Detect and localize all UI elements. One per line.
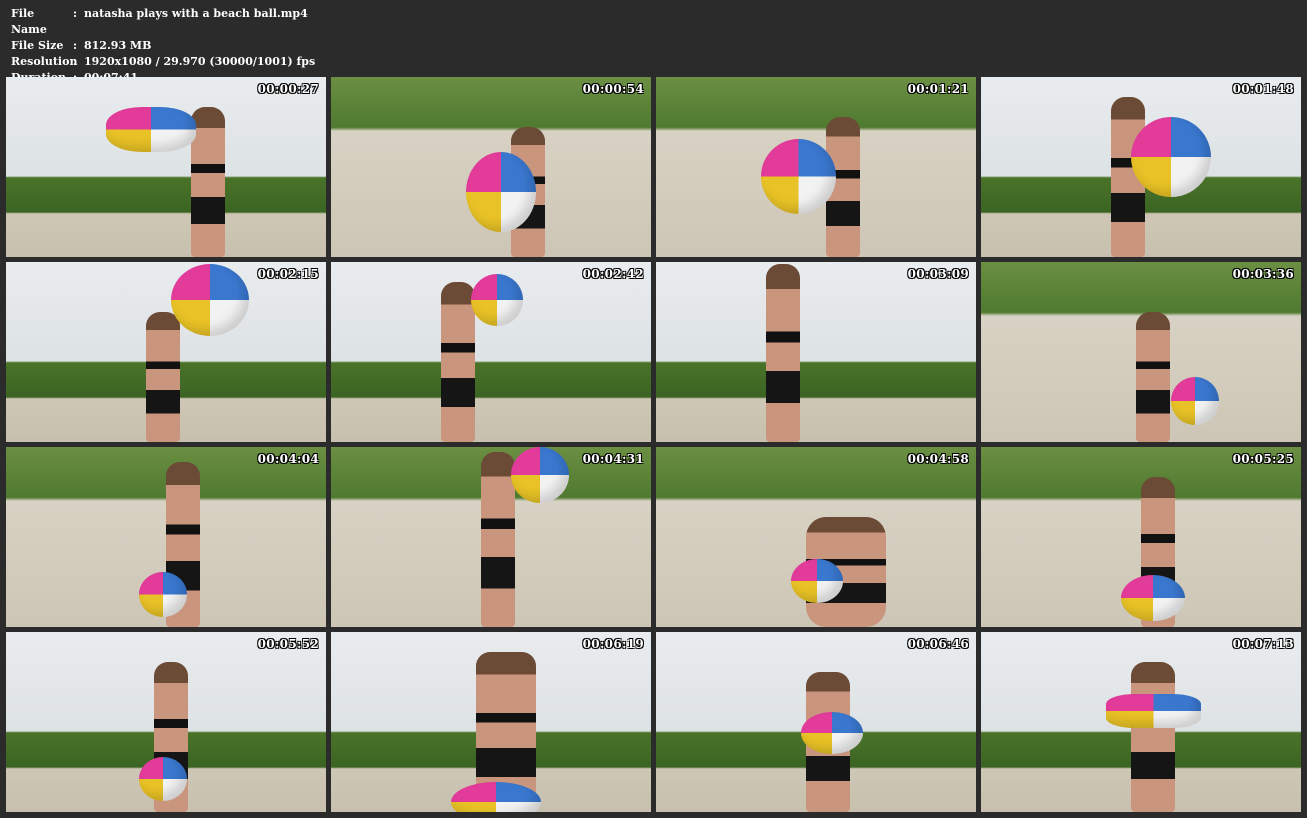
thumbnail[interactable]: 00:01:48 [981, 77, 1301, 257]
file-name-row: File Name : natasha plays with a beach b… [11, 6, 315, 38]
beach-ball [1171, 377, 1219, 425]
separator: : [73, 7, 78, 20]
thumbnail-grid: 00:00:27 00:00:54 00:01:21 00:01:48 00:0… [6, 77, 1301, 812]
file-size-row: File Size : 812.93 MB [11, 38, 315, 54]
thumbnail[interactable]: 00:05:25 [981, 447, 1301, 627]
thumbnail-timestamp: 00:06:46 [907, 637, 969, 651]
separator: : [73, 39, 78, 52]
separator: : [73, 55, 78, 68]
thumbnail-timestamp: 00:00:54 [582, 82, 644, 96]
beach-ball [511, 447, 569, 503]
beach-ball [466, 152, 536, 232]
person-figure [1131, 662, 1175, 812]
file-name-value: natasha plays with a beach ball.mp4 [84, 7, 308, 20]
thumbnail-timestamp: 00:00:27 [257, 82, 319, 96]
thumbnail-timestamp: 00:01:48 [1232, 82, 1294, 96]
thumbnail-timestamp: 00:02:42 [582, 267, 644, 281]
beach-ball [139, 572, 187, 617]
resolution-row: Resolution : 1920x1080 / 29.970 (30000/1… [11, 54, 315, 70]
person-figure [191, 107, 225, 257]
beach-ball [471, 274, 523, 326]
thumbnail-timestamp: 00:01:21 [907, 82, 969, 96]
thumbnail-timestamp: 00:04:58 [907, 452, 969, 466]
thumbnail[interactable]: 00:01:21 [656, 77, 976, 257]
beach-ball [791, 559, 843, 603]
beach-ball [761, 139, 836, 214]
thumbnail-timestamp: 00:05:52 [257, 637, 319, 651]
thumbnail[interactable]: 00:02:42 [331, 262, 651, 442]
thumbnail-timestamp: 00:04:31 [582, 452, 644, 466]
beach-ball [1121, 575, 1185, 621]
resolution-value: 1920x1080 / 29.970 (30000/1001) fps [84, 55, 316, 68]
file-size-label: File Size [11, 39, 64, 52]
beach-ball [171, 264, 249, 336]
thumbnail-timestamp: 00:02:15 [257, 267, 319, 281]
thumbnail[interactable]: 00:00:27 [6, 77, 326, 257]
thumbnail[interactable]: 00:04:58 [656, 447, 976, 627]
thumbnail[interactable]: 00:02:15 [6, 262, 326, 442]
thumbnail-timestamp: 00:05:25 [1232, 452, 1294, 466]
beach-ball [1106, 694, 1201, 728]
file-name-label: File Name [11, 7, 47, 36]
beach-ball [139, 757, 187, 801]
thumbnail[interactable]: 00:04:04 [6, 447, 326, 627]
thumbnail[interactable]: 00:03:09 [656, 262, 976, 442]
person-figure [481, 452, 515, 627]
thumbnail-timestamp: 00:04:04 [257, 452, 319, 466]
thumbnail[interactable]: 00:07:13 [981, 632, 1301, 812]
resolution-label: Resolution [11, 55, 78, 68]
thumbnail[interactable]: 00:06:19 [331, 632, 651, 812]
thumbnail-timestamp: 00:06:19 [582, 637, 644, 651]
person-figure [1136, 312, 1170, 442]
file-size-value: 812.93 MB [84, 39, 152, 52]
thumbnail-timestamp: 00:03:09 [907, 267, 969, 281]
beach-ball [801, 712, 863, 754]
thumbnail-timestamp: 00:07:13 [1232, 637, 1294, 651]
beach-ball [106, 107, 196, 152]
thumbnail[interactable]: 00:00:54 [331, 77, 651, 257]
thumbnail[interactable]: 00:05:52 [6, 632, 326, 812]
thumbnail-timestamp: 00:03:36 [1232, 267, 1294, 281]
thumbnail[interactable]: 00:06:46 [656, 632, 976, 812]
person-figure [441, 282, 475, 442]
person-figure [146, 312, 180, 442]
person-figure [766, 264, 800, 442]
thumbnail[interactable]: 00:04:31 [331, 447, 651, 627]
file-info-panel: File Name : natasha plays with a beach b… [11, 6, 315, 86]
beach-ball [1131, 117, 1211, 197]
thumbnail[interactable]: 00:03:36 [981, 262, 1301, 442]
